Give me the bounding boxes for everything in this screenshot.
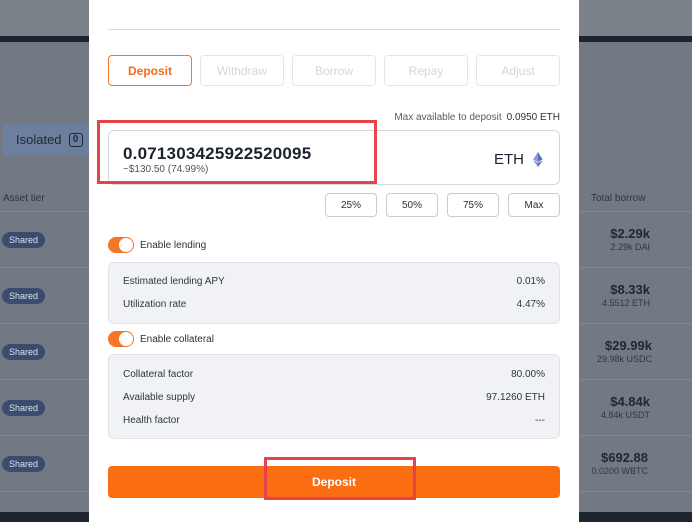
ethereum-icon: [533, 152, 543, 167]
max-button[interactable]: Max: [508, 193, 560, 217]
asset-tier-badge: Shared: [2, 400, 45, 416]
enable-collateral-toggle[interactable]: [108, 331, 134, 347]
borrow-usd: $2.29k: [610, 226, 650, 241]
info-value: 80.00%: [511, 369, 545, 380]
info-row: Health factor ---: [123, 415, 545, 426]
asset-tier-badge: Shared: [2, 344, 45, 360]
enable-lending-label: Enable lending: [140, 239, 207, 251]
column-header-total-borrow: Total borrow: [591, 193, 646, 204]
action-tabs: Deposit Withdraw Borrow Repay Adjust: [108, 55, 560, 86]
info-label: Utilization rate: [123, 299, 187, 310]
asset-tier-badge: Shared: [2, 232, 45, 248]
info-label: Collateral factor: [123, 369, 194, 380]
borrow-amount: 2.29k DAI: [610, 242, 650, 252]
isolated-filter-button[interactable]: Isolated 0: [3, 124, 89, 155]
amount-highlight: [97, 120, 377, 184]
borrow-amount: 4.5512 ETH: [601, 298, 650, 308]
info-row: Estimated lending APY 0.01%: [123, 276, 545, 287]
info-value: 4.47%: [516, 299, 545, 310]
percent-75-button[interactable]: 75%: [447, 193, 499, 217]
borrow-usd: $29.99k: [605, 338, 652, 353]
modal-divider: [108, 29, 560, 30]
max-available-value: 0.0950 ETH: [506, 112, 560, 123]
info-row: Utilization rate 4.47%: [123, 299, 545, 310]
borrow-usd: $8.33k: [610, 282, 650, 297]
info-label: Health factor: [123, 415, 180, 426]
tab-adjust[interactable]: Adjust: [476, 55, 560, 86]
tab-repay[interactable]: Repay: [384, 55, 468, 86]
tab-deposit[interactable]: Deposit: [108, 55, 192, 86]
table-row-borrow[interactable]: $29.99k 29.98k USDC: [597, 338, 652, 364]
token-selector[interactable]: ETH: [494, 151, 543, 168]
info-value: 97.1260 ETH: [486, 392, 545, 403]
borrow-amount: 4.84k USDT: [600, 410, 650, 420]
asset-tier-badge: Shared: [2, 456, 45, 472]
tab-borrow[interactable]: Borrow: [292, 55, 376, 86]
enable-lending-toggle[interactable]: [108, 237, 134, 253]
isolated-label: Isolated: [16, 132, 62, 147]
max-available: Max available to deposit 0.0950 ETH: [394, 112, 560, 123]
deposit-modal: Deposit Withdraw Borrow Repay Adjust Max…: [89, 0, 579, 522]
info-row: Available supply 97.1260 ETH: [123, 392, 545, 403]
info-label: Available supply: [123, 392, 196, 403]
toggle-knob: [119, 332, 133, 346]
borrow-amount: 29.98k USDC: [596, 354, 652, 364]
enable-collateral-row: Enable collateral: [108, 331, 214, 347]
info-value: ---: [535, 415, 545, 426]
borrow-amount: 0.0200 WBTC: [591, 466, 648, 476]
deposit-button-highlight: [264, 457, 416, 500]
enable-collateral-label: Enable collateral: [140, 333, 214, 345]
enable-lending-row: Enable lending: [108, 237, 206, 253]
asset-tier-badge: Shared: [2, 288, 45, 304]
percent-buttons: 25% 50% 75% Max: [325, 193, 560, 217]
table-row-borrow[interactable]: $4.84k 4.84k USDT: [601, 394, 650, 420]
table-row-borrow[interactable]: $8.33k 4.5512 ETH: [602, 282, 650, 308]
token-symbol: ETH: [494, 151, 524, 168]
max-available-label: Max available to deposit: [394, 112, 502, 123]
info-row: Collateral factor 80.00%: [123, 369, 545, 380]
isolated-count-badge: 0: [68, 132, 83, 147]
table-row-borrow[interactable]: $692.88 0.0200 WBTC: [591, 450, 648, 476]
column-header-asset-tier: Asset tier: [3, 193, 45, 204]
lending-info-panel: Estimated lending APY 0.01% Utilization …: [108, 262, 560, 324]
table-row-borrow[interactable]: $2.29k 2.29k DAI: [610, 226, 650, 252]
borrow-usd: $4.84k: [610, 394, 650, 409]
percent-25-button[interactable]: 25%: [325, 193, 377, 217]
borrow-usd: $692.88: [601, 450, 648, 465]
toggle-knob: [119, 238, 133, 252]
collateral-info-panel: Collateral factor 80.00% Available suppl…: [108, 354, 560, 439]
info-label: Estimated lending APY: [123, 276, 225, 287]
tab-withdraw[interactable]: Withdraw: [200, 55, 284, 86]
percent-50-button[interactable]: 50%: [386, 193, 438, 217]
info-value: 0.01%: [516, 276, 545, 287]
